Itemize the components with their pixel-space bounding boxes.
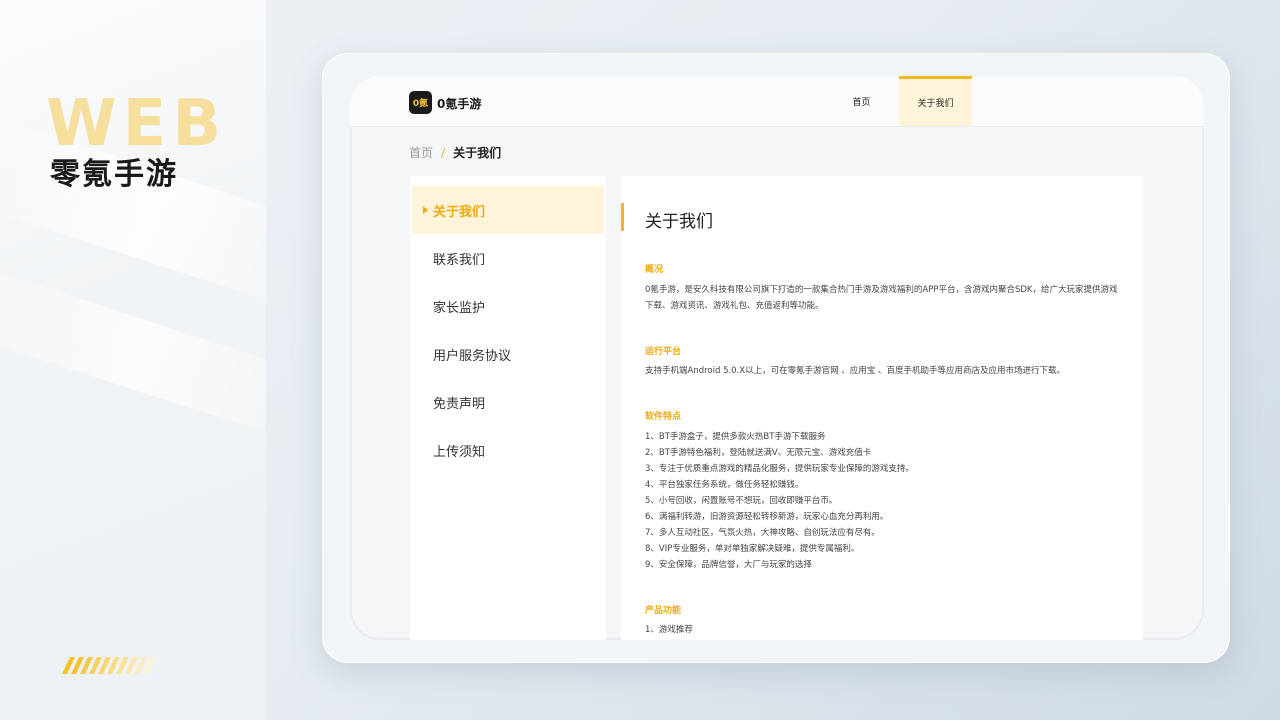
list-item: 2、BT手游特色福利，登陆就送满V、无限元宝、游戏充值卡 bbox=[645, 448, 872, 458]
logo-text[interactable]: 0氪手游 bbox=[437, 95, 481, 112]
showcase-web-label: WEB bbox=[46, 87, 228, 161]
sidebar-item-parental[interactable]: 家长监护 bbox=[410, 282, 606, 330]
features-list: 1、BT手游盒子，提供多款火热BT手游下载服务 2、BT手游特色福利，登陆就送满… bbox=[645, 429, 1123, 573]
nav-home[interactable]: 首页 bbox=[825, 76, 898, 126]
logo-icon[interactable]: 0氪 bbox=[409, 91, 432, 114]
breadcrumb-separator: / bbox=[441, 145, 446, 160]
sidebar-item-label: 免责声明 bbox=[433, 396, 486, 412]
logo-mark: 0氪 bbox=[412, 99, 429, 109]
sidebar-item-label: 上传须知 bbox=[433, 444, 486, 460]
page-title: 关于我们 bbox=[645, 212, 713, 232]
sidebar-item-label: 用户服务协议 bbox=[433, 348, 512, 364]
list-item: 6、满福利转游，旧游资源轻松转移新游，玩家心血充分再利用。 bbox=[645, 512, 889, 522]
section-text-platform: 支持手机端Android 5.0.X以上，可在零氪手游官网 、应用宝 、百度手机… bbox=[645, 366, 1066, 376]
showcase-panel: WEB 零氪手游 bbox=[0, 0, 266, 720]
sidebar-item-agreement[interactable]: 用户服务协议 bbox=[410, 330, 606, 378]
list-item: 1、BT手游盒子，提供多款火热BT手游下载服务 bbox=[645, 432, 826, 442]
nav-about[interactable]: 关于我们 bbox=[899, 76, 972, 126]
sidebar-item-label: 关于我们 bbox=[433, 204, 486, 220]
list-item: 7、多人互动社区，气氛火热，大神攻略、自创玩法应有尽有。 bbox=[645, 528, 880, 538]
sidebar-item-label: 联系我们 bbox=[433, 252, 486, 268]
light-streak bbox=[0, 259, 266, 451]
list-item: 1、游戏推荐 bbox=[645, 625, 693, 635]
decorative-stripes bbox=[62, 657, 156, 674]
section-heading-platform: 运行平台 bbox=[645, 347, 682, 357]
list-item: 8、VIP专业服务，单对单独家解决疑难，提供专属福利。 bbox=[645, 544, 860, 554]
functions-list: 1、游戏推荐 bbox=[645, 622, 1123, 638]
showcase-brand-name: 零氪手游 bbox=[50, 157, 178, 192]
list-item: 3、专注于优质重点游戏的精品化服务，提供玩家专业保障的游戏支持。 bbox=[645, 464, 914, 474]
section-heading-features: 软件特点 bbox=[645, 412, 682, 422]
sidebar-item-upload-notice[interactable]: 上传须知 bbox=[410, 426, 606, 474]
breadcrumb-home[interactable]: 首页 bbox=[409, 144, 433, 161]
site-header: 0氪 0氪手游 首页 关于我们 bbox=[350, 76, 1204, 127]
sidebar-item-label: 家长监护 bbox=[433, 300, 486, 316]
title-accent-bar bbox=[621, 203, 624, 231]
caret-right-icon bbox=[423, 206, 428, 214]
device-screen: 0氪 0氪手游 首页 关于我们 首页 / 关于我们 关于我们 联系我们 家长监护… bbox=[350, 76, 1204, 640]
section-text-overview: 0氪手游，是安久科技有限公司旗下打造的一款集合热门手游及游戏福利的APP平台，含… bbox=[645, 285, 1118, 311]
content-panel: 关于我们 概况 0氪手游，是安久科技有限公司旗下打造的一款集合热门手游及游戏福利… bbox=[621, 176, 1143, 640]
breadcrumb-current: 关于我们 bbox=[453, 146, 502, 160]
sidebar: 关于我们 联系我们 家长监护 用户服务协议 免责声明 上传须知 bbox=[410, 176, 606, 640]
list-item: 9、安全保障，品牌信誉，大厂与玩家的选择 bbox=[645, 560, 812, 570]
sidebar-item-about[interactable]: 关于我们 bbox=[412, 186, 604, 234]
sidebar-item-contact[interactable]: 联系我们 bbox=[410, 234, 606, 282]
list-item: 4、平台独家任务系统，做任务轻松赚钱。 bbox=[645, 480, 804, 490]
section-heading-functions: 产品功能 bbox=[645, 606, 682, 616]
section-heading-overview: 概况 bbox=[645, 265, 664, 275]
sidebar-item-disclaimer[interactable]: 免责声明 bbox=[410, 378, 606, 426]
breadcrumb: 首页 / 关于我们 bbox=[409, 144, 501, 161]
list-item: 5、小号回收，闲置账号不想玩，回收即赚平台币。 bbox=[645, 496, 838, 506]
